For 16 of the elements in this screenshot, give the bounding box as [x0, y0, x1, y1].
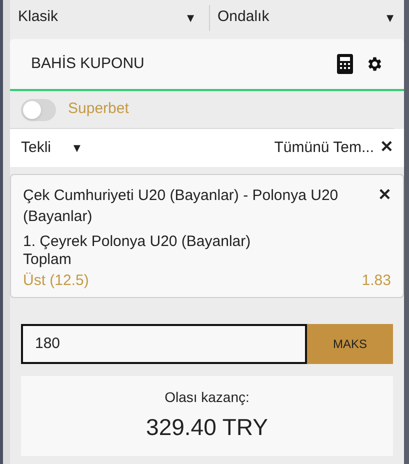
market-name: 1. Çeyrek Polonya U20 (Bayanlar) Toplam [23, 233, 252, 269]
superbet-label: Superbet [68, 99, 129, 120]
winnings-label: Olası kazanç: [164, 388, 250, 408]
max-button[interactable]: MAKS [307, 324, 393, 364]
clear-all-link[interactable]: Tümünü Tem... [274, 136, 374, 160]
stake-input[interactable]: 180 [21, 324, 307, 364]
odds-value: 1.83 [362, 271, 391, 291]
coupon-title: BAHİS KUPONU [31, 54, 146, 74]
dropdown[interactable]: Klasik ▼ [10, 4, 204, 30]
winnings-amount: 329.40 TRY [146, 413, 268, 442]
pick-label: Üst (12.5) [23, 271, 89, 291]
match-name: Çek Cumhuriyeti U20 (Bayanlar) - Polonya U20 (Bayanlar) [23, 186, 340, 227]
calculator-icon[interactable] [337, 54, 353, 74]
dropdown[interactable]: Ondalık ▼ [208, 4, 404, 30]
superbet-toggle[interactable] [21, 98, 56, 120]
bet-type-dropdown[interactable]: Tekli ▼ [21, 136, 83, 160]
